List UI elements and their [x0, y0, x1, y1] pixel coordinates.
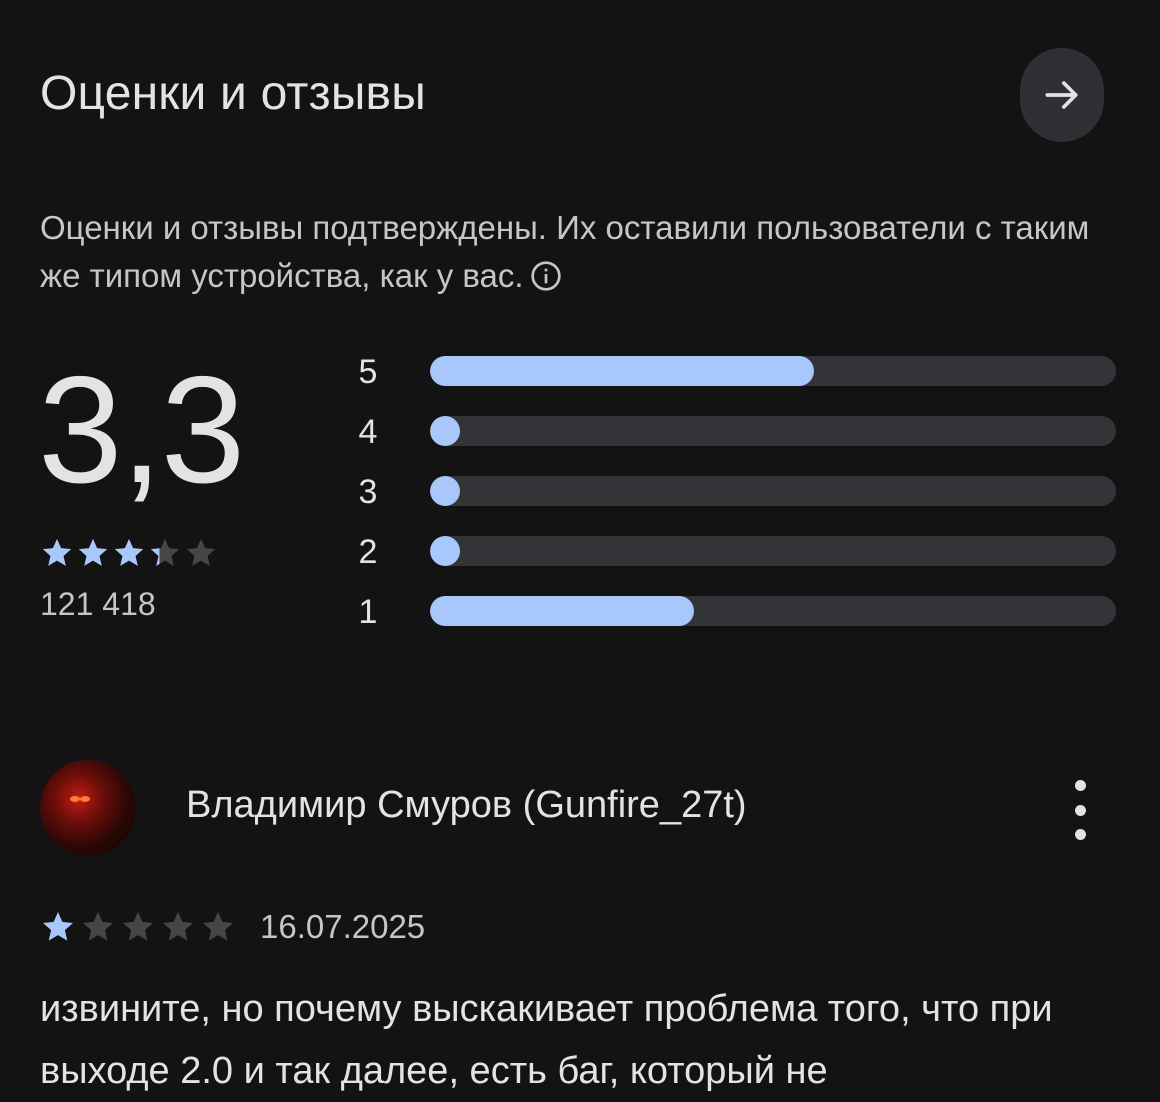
distribution-bar-fill: [430, 416, 460, 446]
section-header: Оценки и отзывы: [40, 48, 1104, 144]
star-icon: [114, 538, 144, 566]
star-icon: [123, 912, 153, 941]
avatar[interactable]: [40, 760, 136, 856]
arrow-right-icon: [1045, 81, 1078, 109]
distribution-bar-fill: [430, 596, 695, 626]
star-icon: [42, 538, 72, 566]
distribution-label: 4: [358, 413, 378, 451]
open-reviews-button[interactable]: [1020, 48, 1104, 142]
star-icon: [150, 538, 180, 566]
star-icon: [163, 912, 193, 941]
distribution-row-2: 2: [356, 530, 1116, 590]
more-vert-icon-dot: [1074, 829, 1086, 840]
review-stars: [40, 909, 240, 945]
distribution-bar-track: [430, 476, 1116, 506]
star-icon: [78, 538, 108, 566]
distribution-bar-fill: [430, 536, 460, 566]
average-rating: 3,3: [38, 345, 245, 515]
star-icon: [43, 912, 73, 941]
info-icon[interactable]: [530, 257, 562, 305]
distribution-bar-track: [430, 416, 1116, 446]
more-vert-icon: [1074, 780, 1086, 791]
distribution-row-4: 4: [356, 410, 1116, 470]
star-icon: [83, 912, 113, 941]
section-title: Оценки и отзывы: [40, 67, 426, 120]
more-options-button[interactable]: [1064, 780, 1096, 840]
review-meta: 16.07.2025: [40, 908, 425, 946]
distribution-row-5: 5: [356, 350, 1116, 410]
distribution-row-3: 3: [356, 470, 1116, 530]
distribution-row-1: 1: [356, 590, 1116, 650]
review-text: извините, но почему выскакивает проблема…: [40, 988, 1053, 1092]
distribution-bar-track: [430, 356, 1116, 386]
star-icon: [186, 538, 216, 566]
distribution-bar-track: [430, 536, 1116, 566]
review-header: Владимир Смуров (Gunfire_27t): [40, 760, 1104, 856]
distribution-label: 2: [358, 533, 378, 571]
verified-text: Оценки и отзывы подтверждены. Их оставил…: [40, 209, 1090, 294]
review-date: 16.07.2025: [260, 908, 426, 945]
rating-distribution: 5 4 3 2 1: [356, 350, 1116, 650]
ratings-count: 121 418: [40, 586, 156, 622]
distribution-label: 1: [358, 593, 378, 631]
distribution-bar-fill: [430, 356, 815, 386]
verified-notice: Оценки и отзывы подтверждены. Их оставил…: [40, 204, 1130, 305]
star-icon: [203, 912, 233, 941]
distribution-label: 3: [358, 473, 378, 511]
distribution-label: 5: [358, 353, 378, 391]
rating-stars: [40, 536, 218, 570]
distribution-bar-track: [430, 596, 1116, 626]
more-vert-icon-dot: [1074, 804, 1086, 816]
distribution-bar-fill: [430, 476, 460, 506]
reviewer-name: Владимир Смуров (Gunfire_27t): [186, 784, 747, 826]
